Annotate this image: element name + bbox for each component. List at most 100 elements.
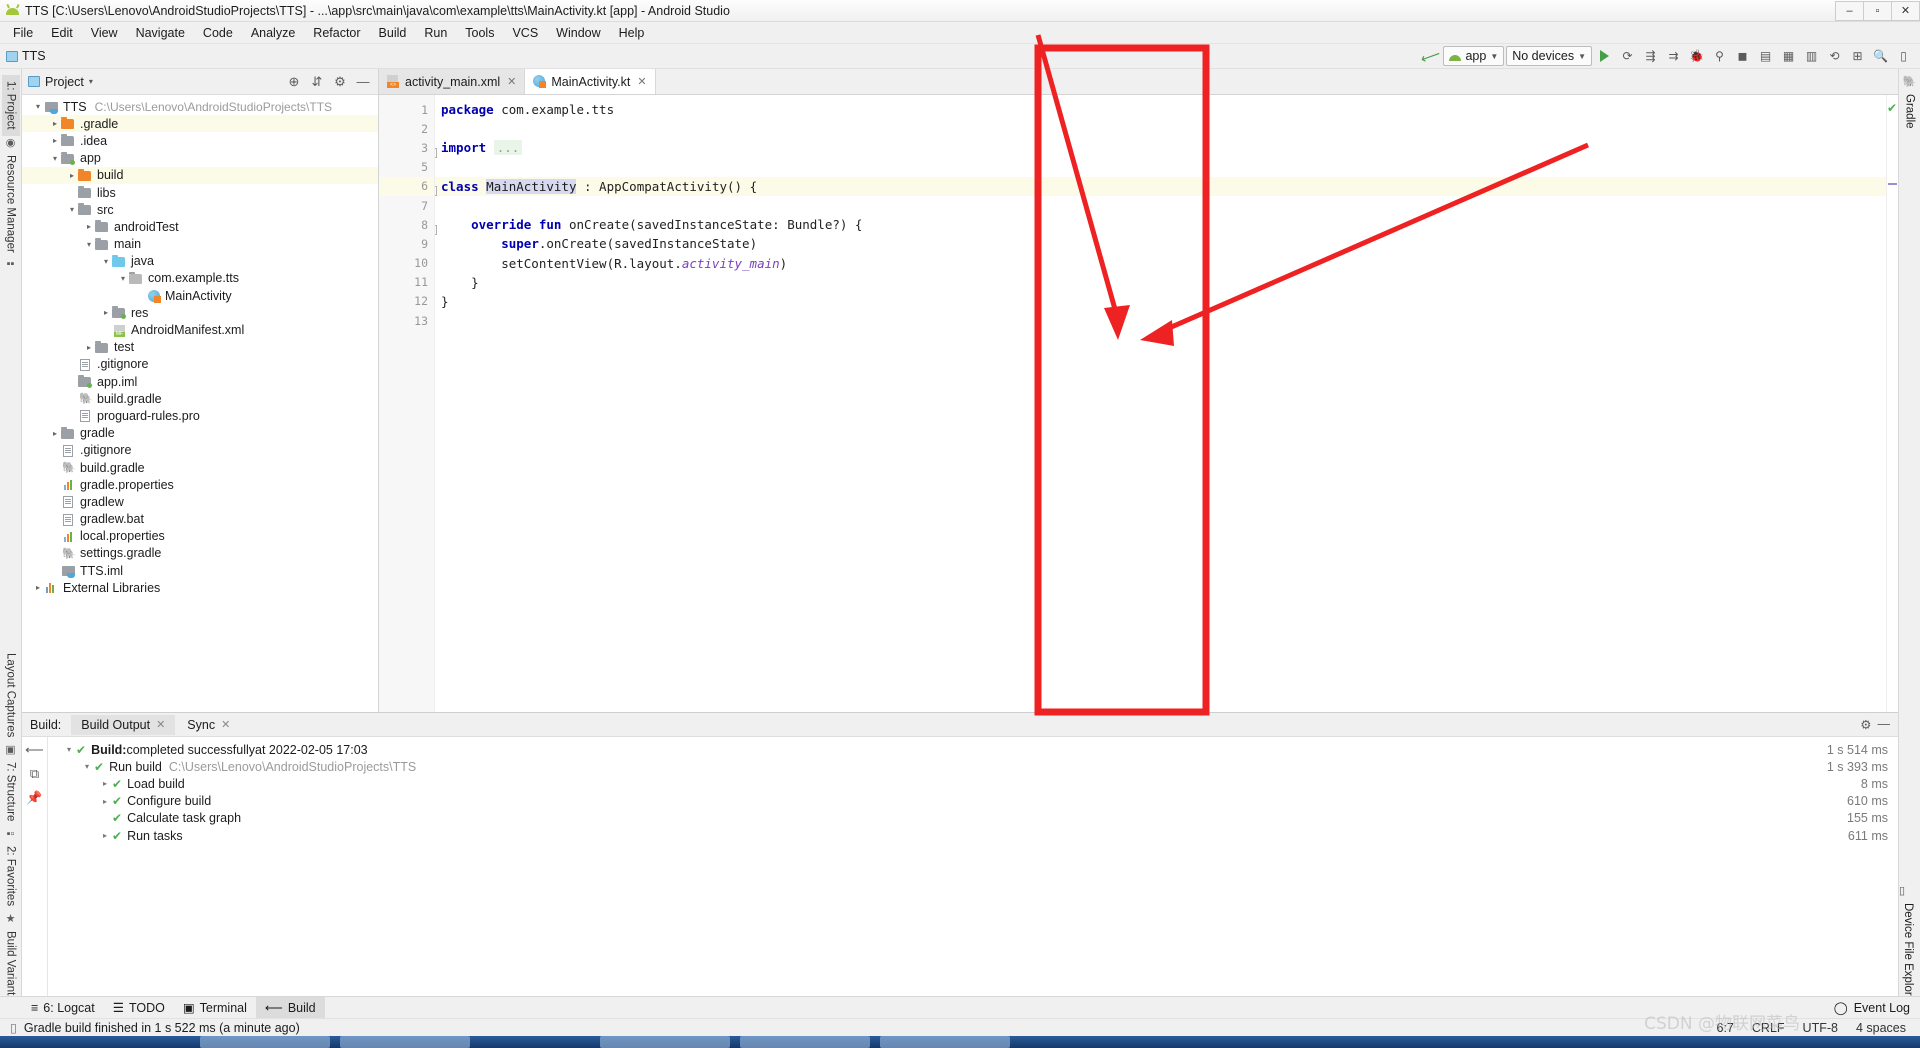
gutter-line-1[interactable]: 1 bbox=[379, 100, 434, 119]
apply-code-changes-icon[interactable]: ⇉ bbox=[1663, 46, 1684, 67]
build-output-tree[interactable]: ▾ ✔ Build: completed successfully at 2022-… bbox=[48, 737, 1898, 1006]
menu-help[interactable]: Help bbox=[610, 24, 654, 42]
tree-item-libs[interactable]: libs bbox=[22, 184, 378, 201]
tree-item-src[interactable]: ▾ src bbox=[22, 201, 378, 218]
expand-arrow-icon[interactable]: ▸ bbox=[98, 831, 112, 840]
close-icon[interactable]: ✕ bbox=[507, 75, 516, 88]
sidebar-item-project[interactable]: 1: Project bbox=[1, 75, 20, 136]
tab-build-output[interactable]: Build Output ✕ bbox=[71, 714, 176, 735]
code-fold-icon[interactable]: + bbox=[435, 147, 437, 158]
build-row-load-build[interactable]: ▸ ✔ Load build 8 ms bbox=[48, 775, 1898, 792]
device-selector[interactable]: No devices ▼ bbox=[1506, 46, 1592, 66]
sidebar-item-gradle[interactable]: Gradle bbox=[1901, 88, 1919, 135]
tab-sync[interactable]: Sync ✕ bbox=[177, 715, 240, 735]
expand-arrow-icon[interactable]: ▸ bbox=[98, 797, 112, 806]
tree-item-tts[interactable]: ▾ TTS C:\Users\Lenovo\AndroidStudioProject… bbox=[22, 98, 378, 115]
code-fold-icon[interactable]: − bbox=[435, 224, 437, 235]
toolwindow-logcat[interactable]: ≡ 6: Logcat bbox=[22, 997, 104, 1019]
expand-arrow-icon[interactable]: ▸ bbox=[49, 136, 61, 145]
gear-icon[interactable]: ⚙ bbox=[331, 73, 349, 91]
tree-item-tts-iml[interactable]: TTS.iml bbox=[22, 562, 378, 579]
collapse-all-icon[interactable]: ⇵ bbox=[308, 73, 326, 91]
event-log-entry[interactable]: ◯ Event Log bbox=[1834, 1000, 1920, 1016]
expand-arrow-icon[interactable]: ▸ bbox=[100, 308, 112, 317]
expand-arrow-icon[interactable]: ▾ bbox=[66, 205, 78, 214]
expand-arrow-icon[interactable]: ▾ bbox=[80, 762, 94, 771]
close-icon[interactable]: ✕ bbox=[156, 718, 165, 731]
expand-arrow-icon[interactable]: ▾ bbox=[117, 274, 129, 283]
gutter-line-5[interactable]: 5 bbox=[379, 158, 434, 177]
close-icon[interactable]: ✕ bbox=[637, 75, 646, 88]
gutter-line-8[interactable]: 8 bbox=[379, 215, 434, 234]
apply-changes-icon[interactable]: ⇶ bbox=[1640, 46, 1661, 67]
run-configuration-selector[interactable]: app ▼ bbox=[1443, 46, 1505, 66]
build-row-completed-successfully[interactable]: ▾ ✔ Build: completed successfully at 2022-… bbox=[48, 741, 1898, 758]
file-encoding[interactable]: UTF-8 bbox=[1803, 1021, 1838, 1035]
menu-vcs[interactable]: VCS bbox=[503, 24, 547, 42]
menu-edit[interactable]: Edit bbox=[42, 24, 82, 42]
tree-item-external-libraries[interactable]: ▸ External Libraries bbox=[22, 579, 378, 596]
expand-arrow-icon[interactable]: ▸ bbox=[66, 171, 78, 180]
close-button[interactable]: ✕ bbox=[1891, 0, 1920, 21]
make-project-icon[interactable]: ⟵ bbox=[1417, 43, 1444, 70]
tree-item--gitignore[interactable]: .gitignore bbox=[22, 442, 378, 459]
minimize-button[interactable]: – bbox=[1835, 0, 1864, 21]
expand-arrow-icon[interactable]: ▾ bbox=[100, 257, 112, 266]
indent-setting[interactable]: 4 spaces bbox=[1856, 1021, 1906, 1035]
tree-item-main[interactable]: ▾ main bbox=[22, 236, 378, 253]
menu-view[interactable]: View bbox=[82, 24, 127, 42]
tree-item-mainactivity[interactable]: MainActivity bbox=[22, 287, 378, 304]
sync-gradle-icon[interactable]: ⟲ bbox=[1824, 46, 1845, 67]
expand-arrow-icon[interactable]: ▸ bbox=[49, 119, 61, 128]
menu-build[interactable]: Build bbox=[370, 24, 416, 42]
tree-item-build-gradle[interactable]: 🐘 build.gradle bbox=[22, 390, 378, 407]
sidebar-item-device-file-explorer[interactable]: Device File Explorer bbox=[1899, 897, 1917, 1012]
toolwindow-todo[interactable]: ☰ TODO bbox=[104, 997, 174, 1019]
build-row-calculate-task-graph[interactable]: ✔ Calculate task graph 155 ms bbox=[48, 810, 1898, 827]
hide-panel-icon[interactable]: — bbox=[354, 73, 372, 91]
menu-analyze[interactable]: Analyze bbox=[242, 24, 304, 42]
tree-item--gradle[interactable]: ▸ .gradle bbox=[22, 115, 378, 133]
hide-panel-icon[interactable]: — bbox=[1878, 717, 1891, 732]
gutter-line-7[interactable]: 7 bbox=[379, 196, 434, 215]
expand-arrow-icon[interactable]: ▾ bbox=[49, 154, 61, 163]
layout-inspector-icon[interactable]: ▥ bbox=[1801, 46, 1822, 67]
expand-arrow-icon[interactable]: ▸ bbox=[83, 222, 95, 231]
project-structure-icon[interactable]: ⊞ bbox=[1847, 46, 1868, 67]
gutter-line-12[interactable]: 12 bbox=[379, 292, 434, 311]
close-icon[interactable]: ✕ bbox=[221, 718, 230, 731]
stop-icon[interactable]: ◼ bbox=[1732, 46, 1753, 67]
tree-item-gradlew[interactable]: gradlew bbox=[22, 493, 378, 510]
tree-item-local-properties[interactable]: local.properties bbox=[22, 528, 378, 545]
gutter-line-9[interactable]: 9 bbox=[379, 234, 434, 253]
tree-item-test[interactable]: ▸ test bbox=[22, 339, 378, 356]
tree-item-gradlew-bat[interactable]: gradlew.bat bbox=[22, 511, 378, 528]
sidebar-item-resource-manager[interactable]: Resource Manager bbox=[2, 149, 20, 259]
expand-arrow-icon[interactable]: ▸ bbox=[98, 779, 112, 788]
sidebar-item-structure[interactable]: 7: Structure bbox=[2, 756, 20, 827]
build-row-run-tasks[interactable]: ▸ ✔ Run tasks 611 ms bbox=[48, 827, 1898, 844]
tree-item-gradle[interactable]: ▸ gradle bbox=[22, 425, 378, 442]
tree-item-res[interactable]: ▸ res bbox=[22, 304, 378, 321]
sidebar-item-favorites[interactable]: 2: Favorites bbox=[2, 840, 20, 912]
gutter-line-11[interactable]: 11 bbox=[379, 273, 434, 292]
sidebar-item-layout-captures[interactable]: Layout Captures bbox=[2, 647, 20, 743]
maximize-button[interactable]: ▫ bbox=[1863, 0, 1892, 21]
toolwindow-build[interactable]: ⟵ Build bbox=[255, 996, 325, 1019]
expand-arrow-icon[interactable]: ▾ bbox=[83, 240, 95, 249]
tree-item-com-example-tts[interactable]: ▾ com.example.tts bbox=[22, 270, 378, 287]
tree-item-settings-gradle[interactable]: 🐘 settings.gradle bbox=[22, 545, 378, 562]
toolwindow-terminal[interactable]: ▣ Terminal bbox=[174, 997, 256, 1019]
tree-item--idea[interactable]: ▸ .idea bbox=[22, 132, 378, 149]
profile-icon[interactable]: 🐞 bbox=[1686, 46, 1707, 67]
tree-item-androidtest[interactable]: ▸ androidTest bbox=[22, 218, 378, 235]
tree-item-proguard-rules-pro[interactable]: proguard-rules.pro bbox=[22, 407, 378, 424]
tree-item-androidmanifest-xml[interactable]: AndroidManifest.xml bbox=[22, 321, 378, 338]
editor-tab-activity-main-xml[interactable]: <> activity_main.xml ✕ bbox=[379, 69, 526, 94]
debug-icon[interactable]: ⟳ bbox=[1617, 46, 1638, 67]
pin-icon[interactable]: 📌 bbox=[26, 790, 42, 806]
tree-item-gradle-properties[interactable]: gradle.properties bbox=[22, 476, 378, 493]
project-panel-title[interactable]: Project bbox=[45, 75, 84, 89]
tree-item-build[interactable]: ▸ build bbox=[22, 166, 378, 184]
tree-item-java[interactable]: ▾ java bbox=[22, 253, 378, 270]
